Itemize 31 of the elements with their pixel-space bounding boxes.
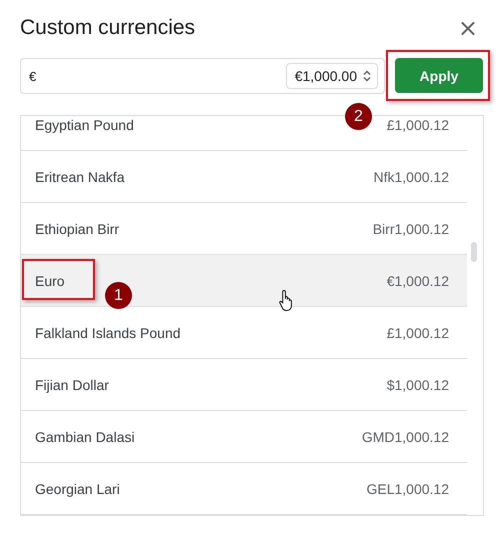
currency-example: Nfk1,000.12 — [374, 168, 449, 184]
currency-example: Birr1,000.12 — [372, 220, 449, 236]
hand-cursor-icon — [279, 289, 295, 311]
currency-example: €1,000.12 — [386, 272, 449, 288]
close-button[interactable]: × — [452, 16, 484, 40]
currency-name: Eritrean Nakfa — [35, 168, 124, 184]
currency-example: GEL1,000.12 — [366, 480, 449, 496]
currency-row[interactable]: Georgian Lari GEL1,000.12 — [21, 463, 467, 515]
currency-name: Euro — [35, 272, 65, 288]
currency-example: GMD1,000.12 — [362, 428, 449, 444]
scrollbar[interactable] — [471, 242, 477, 262]
currency-example: £1,000.12 — [386, 116, 449, 132]
dialog-title: Custom currencies — [20, 16, 196, 40]
currency-name: Egyptian Pound — [35, 116, 134, 132]
currency-example: £1,000.12 — [386, 324, 449, 340]
step-marker: 1 — [105, 282, 132, 309]
currency-name: Ethiopian Birr — [35, 220, 120, 236]
step-marker: 2 — [345, 103, 372, 130]
currency-symbol-field[interactable]: € €1,000.00 — [20, 58, 385, 94]
currency-name: Georgian Lari — [35, 480, 120, 496]
format-select[interactable]: €1,000.00 — [286, 63, 378, 89]
up-down-arrows-icon — [363, 70, 371, 82]
currency-example: $1,000.12 — [386, 376, 449, 392]
currency-name: Fijian Dollar — [35, 376, 109, 392]
apply-button[interactable]: Apply — [395, 58, 483, 93]
currency-row[interactable]: Falkland Islands Pound £1,000.12 — [21, 307, 467, 359]
currency-row[interactable]: Fijian Dollar $1,000.12 — [21, 359, 467, 411]
currency-name: Gambian Dalasi — [35, 428, 135, 444]
currency-name: Falkland Islands Pound — [35, 324, 181, 340]
currency-row[interactable]: Gambian Dalasi GMD1,000.12 — [21, 411, 467, 463]
currency-row[interactable]: Eritrean Nakfa Nfk1,000.12 — [21, 151, 467, 203]
